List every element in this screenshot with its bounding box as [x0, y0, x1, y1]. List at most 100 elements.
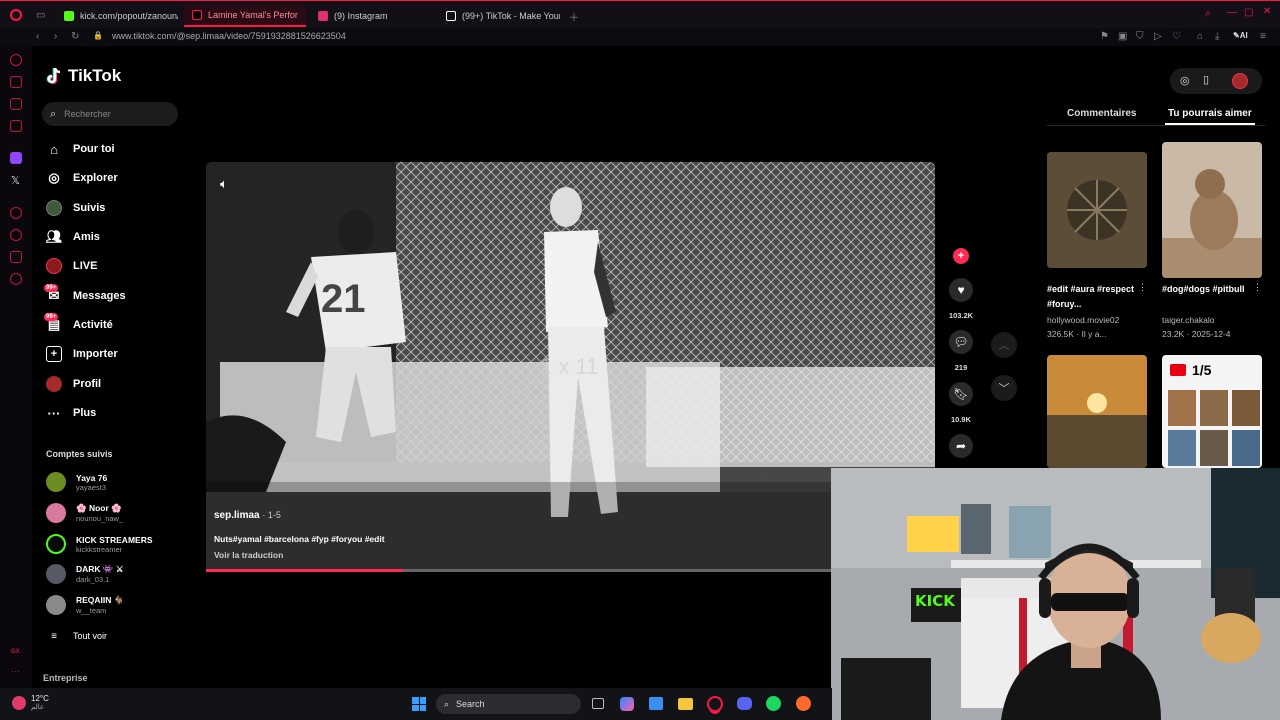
followed-account[interactable]: Yaya 76 yayaest3 — [46, 468, 107, 496]
nav-more[interactable]: ··· Plus — [46, 402, 97, 424]
webcam-overlay: KICK — [831, 468, 1280, 720]
workspaces-icon[interactable]: ▭ — [36, 10, 45, 21]
followed-account[interactable]: DARK 👾 ⚔ dark_03.1 — [46, 560, 123, 588]
opera-logo-icon[interactable] — [10, 9, 22, 21]
spotify-icon[interactable] — [766, 696, 781, 711]
card-author[interactable]: hollywood.movie02 — [1047, 315, 1119, 325]
screenshot-icon[interactable]: ▣ — [1118, 31, 1127, 42]
back-icon[interactable]: ‹ — [36, 31, 39, 42]
browser-tab-tiktok[interactable]: (99+) TikTok - Make Your — [438, 5, 560, 27]
nav-upload[interactable]: + Importer — [46, 343, 118, 365]
search-input[interactable]: ⌕ Rechercher — [42, 102, 178, 126]
gx-player-icon[interactable] — [10, 207, 22, 219]
extensions-icon[interactable] — [10, 251, 22, 263]
user-avatar[interactable] — [1232, 73, 1248, 89]
task-view-icon[interactable] — [592, 698, 604, 709]
recommended-card-3[interactable] — [1047, 355, 1147, 468]
see-all-link[interactable]: ≡ Tout voir — [46, 625, 107, 647]
history-icon[interactable] — [10, 229, 22, 241]
bookmark-icon[interactable]: ⚑ — [1100, 31, 1109, 42]
nav-following[interactable]: Suivis — [46, 197, 105, 219]
recommended-card-4[interactable]: 1/5 — [1162, 355, 1262, 468]
file-explorer-icon[interactable] — [678, 698, 693, 710]
x-twitter-icon[interactable]: 𝕏 — [11, 174, 20, 187]
opera-gx-taskbar-icon[interactable] — [707, 696, 723, 712]
gx-video-icon[interactable] — [10, 120, 22, 132]
gx-store-icon[interactable] — [10, 76, 22, 88]
windows-start-icon[interactable] — [412, 697, 426, 711]
tab-comments[interactable]: Commentaires — [1067, 108, 1136, 119]
url-text[interactable]: www.tiktok.com/@sep.limaa/video/75919328… — [112, 31, 346, 41]
webcam-feed — [831, 468, 1280, 720]
search-tabs-icon[interactable]: ⌕ — [1205, 8, 1211, 19]
opera-sidebar: 𝕏 GX ··· — [0, 46, 32, 720]
live-avatar-icon — [46, 258, 62, 274]
maximize-icon[interactable]: ▢ — [1244, 7, 1253, 18]
discord-icon[interactable] — [737, 697, 752, 710]
nav-messages[interactable]: ✉ 99+ Messages — [44, 284, 126, 307]
settings-icon[interactable] — [10, 273, 22, 285]
recommended-card-1[interactable] — [1047, 152, 1147, 268]
like-count: 103.2K — [948, 311, 974, 320]
tiktok-note-icon — [46, 67, 61, 85]
phone-icon[interactable]: ▯ — [1203, 73, 1209, 86]
forward-icon[interactable]: › — [54, 31, 57, 42]
wallet-icon[interactable]: ⌂ — [1197, 31, 1203, 42]
heart-icon[interactable]: ♡ — [1172, 31, 1181, 42]
close-window-icon[interactable]: ✕ — [1263, 6, 1271, 17]
card-more-icon[interactable]: ⋮ — [1138, 282, 1147, 293]
download-icon[interactable]: ⤓ — [1215, 31, 1219, 42]
play-icon[interactable]: ▷ — [1154, 31, 1162, 42]
weather-widget[interactable]: 12°C عالم — [12, 694, 49, 711]
tiktok-logo[interactable]: TikTok — [46, 66, 121, 86]
store-icon[interactable] — [649, 697, 663, 710]
gx-news-icon[interactable] — [10, 98, 22, 110]
save-button[interactable]: 🔖︎ — [949, 382, 973, 406]
twitch-icon[interactable] — [10, 152, 22, 164]
browser-tab-instagram[interactable]: (9) Instagram — [310, 5, 432, 27]
bookmark-icon: 🔖︎ — [953, 387, 969, 401]
video-player[interactable]: 21 1 x 11 🔈︎ sep.limaa · 1-5 Nuts#yamal … — [206, 162, 935, 572]
next-video-button[interactable]: ﹀ — [991, 375, 1017, 401]
card-more-icon[interactable]: ⋮ — [1253, 282, 1262, 293]
card-author[interactable]: taiger.chakalo — [1162, 315, 1214, 325]
followed-account[interactable]: REQAIIN 🐐 w__team — [46, 591, 124, 619]
nav-live[interactable]: LIVE — [46, 255, 97, 277]
card-caption: #edit #aura #respect #foruy... — [1047, 284, 1135, 309]
follow-plus-button[interactable]: + — [953, 248, 969, 264]
copilot-icon[interactable] — [620, 697, 634, 711]
like-button[interactable]: ♥ — [949, 278, 973, 302]
sidebar-more-icon[interactable]: ··· — [11, 666, 20, 676]
recommended-card-2[interactable] — [1162, 142, 1262, 278]
previous-video-button[interactable]: ︿ — [991, 332, 1017, 358]
reload-icon[interactable]: ↻ — [71, 31, 79, 42]
app-icon[interactable] — [796, 696, 811, 711]
translate-link[interactable]: Voir la traduction — [214, 550, 283, 560]
share-button[interactable]: ➦ — [949, 434, 973, 458]
new-tab-icon[interactable]: ＋ — [569, 9, 579, 24]
volume-icon[interactable]: 🔈︎ — [220, 176, 228, 192]
menu-icon[interactable]: ≡ — [1260, 31, 1266, 42]
followed-account[interactable]: KICK STREAMERS kickkstreamer — [46, 530, 153, 558]
activity-badge: 99+ — [44, 313, 59, 321]
minimize-icon[interactable]: — — [1227, 7, 1237, 18]
video-author[interactable]: sep.limaa · 1-5 — [214, 510, 281, 521]
browser-tab-lamine[interactable]: Lamine Yamal's Perfor — [184, 5, 306, 27]
profile-avatar-icon — [46, 376, 62, 392]
nav-explore[interactable]: ◎ Explorer — [46, 167, 117, 189]
enterprise-link[interactable]: Entreprise — [43, 673, 88, 683]
followed-account[interactable]: 🌸 Noor 🌸 nounou_naw_ — [46, 499, 123, 527]
taskbar-search[interactable]: ⌕ Search — [436, 694, 581, 714]
shield-icon[interactable]: ⛉ — [1136, 31, 1144, 42]
gx-control-icon[interactable] — [10, 54, 22, 66]
ai-button[interactable]: ✎AI — [1233, 31, 1248, 40]
compass-icon[interactable]: ◎ — [1180, 74, 1190, 87]
browser-tab-kick[interactable]: kick.com/popout/zanoun/ — [56, 5, 178, 27]
nav-activity[interactable]: ▤ 99+ Activité — [44, 313, 113, 336]
nav-friends[interactable]: 👥︎ Amis — [46, 226, 100, 248]
comment-button[interactable]: 💬︎ — [949, 330, 973, 354]
nav-for-you[interactable]: ⌂ Pour toi — [46, 138, 115, 160]
nav-profile[interactable]: Profil — [46, 373, 101, 395]
tab-you-may-like[interactable]: Tu pourrais aimer — [1168, 108, 1252, 119]
tunisia-flag-icon — [1170, 364, 1186, 376]
